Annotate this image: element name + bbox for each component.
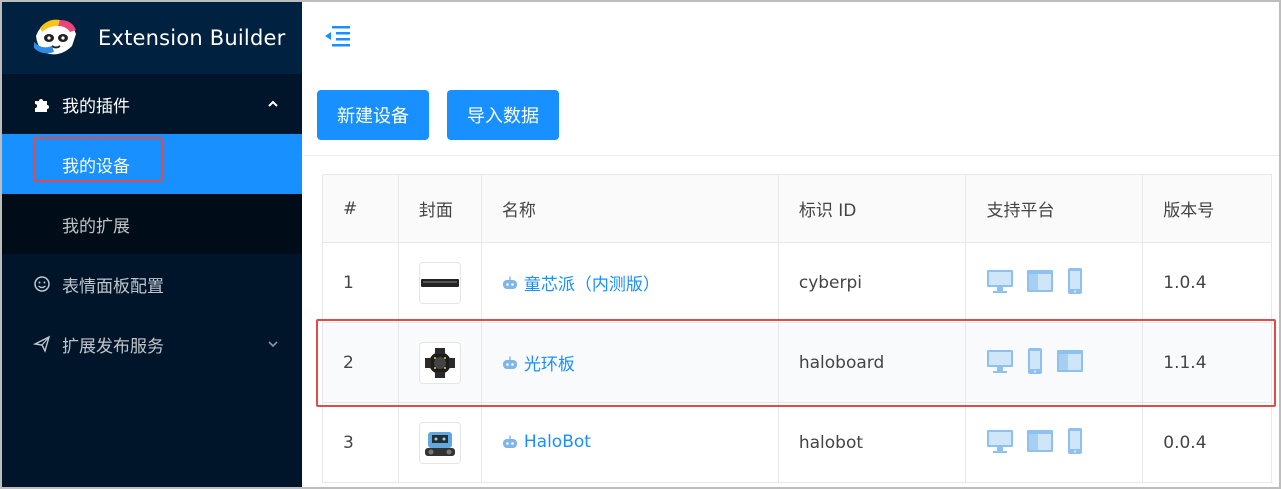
smile-icon xyxy=(32,274,52,294)
platform-icons xyxy=(986,267,1084,295)
web-icon xyxy=(1027,269,1054,292)
device-name: 童芯派（内测版） xyxy=(523,275,660,295)
highlight-box xyxy=(316,319,1276,407)
robot-icon xyxy=(502,435,517,448)
desktop-icon xyxy=(987,429,1014,453)
toolbar: 新建设备 导入数据 xyxy=(302,74,1279,156)
sidebar-item-my-plugins[interactable]: 我的插件 xyxy=(2,74,302,134)
mobile-icon xyxy=(1068,267,1083,294)
chevron-down-icon xyxy=(266,336,280,350)
main-area: 新建设备 导入数据 # 封面 名称 标识 ID 支持平台 版本号 1 童芯派（内… xyxy=(302,2,1279,487)
table-row: 3 HaloBot halobot 0.0.4 xyxy=(322,402,1272,483)
column-header: 支持平台 xyxy=(965,174,1144,243)
platform-icons xyxy=(986,427,1084,455)
sidebar-item-label: 表情面板配置 xyxy=(62,276,164,297)
column-header: 名称 xyxy=(480,174,779,243)
column-header: 标识 ID xyxy=(777,174,967,243)
column-header: 版本号 xyxy=(1142,174,1272,243)
app-title: Extension Builder xyxy=(98,26,286,50)
submenu-my-plugins: 我的设备 我的扩展 xyxy=(2,134,302,254)
sidebar-item-label: 扩展发布服务 xyxy=(62,336,164,357)
device-name: HaloBot xyxy=(523,431,591,452)
sidebar: Extension Builder 我的插件 我的设备 我的扩展 表情面板配置 … xyxy=(2,2,302,487)
device-name-link[interactable]: HaloBot xyxy=(502,432,591,452)
device-cover-image xyxy=(418,261,461,304)
device-version: 1.0.4 xyxy=(1142,242,1272,323)
device-version: 0.0.4 xyxy=(1142,402,1272,483)
robot-icon xyxy=(502,276,517,289)
logo-row: Extension Builder xyxy=(2,2,302,74)
highlight-box xyxy=(33,137,163,182)
puzzle-icon xyxy=(32,94,52,114)
chevron-up-icon xyxy=(266,96,280,110)
table-header-row: # 封面 名称 标识 ID 支持平台 版本号 xyxy=(322,174,1272,243)
device-id: cyberpi xyxy=(777,242,967,323)
import-data-button[interactable]: 导入数据 xyxy=(447,89,559,140)
sidebar-item-publish-service[interactable]: 扩展发布服务 xyxy=(2,314,302,374)
sidebar-item-emoji-panel[interactable]: 表情面板配置 xyxy=(2,254,302,314)
desktop-icon xyxy=(987,269,1014,293)
column-header: # xyxy=(322,174,399,243)
mobile-icon xyxy=(1068,427,1083,454)
device-cover-image xyxy=(418,421,461,464)
column-header: 封面 xyxy=(397,174,482,243)
menu-fold-icon[interactable] xyxy=(322,23,352,53)
device-name-link[interactable]: 童芯派（内测版） xyxy=(502,270,660,295)
sidebar-item-label: 我的插件 xyxy=(62,96,130,117)
header xyxy=(302,2,1279,74)
sidebar-item-my-extensions[interactable]: 我的扩展 xyxy=(2,194,302,254)
device-id: halobot xyxy=(777,402,967,483)
web-icon xyxy=(1027,429,1054,452)
new-device-button[interactable]: 新建设备 xyxy=(317,89,429,140)
sidebar-item-label: 我的扩展 xyxy=(62,216,130,237)
app-logo-icon xyxy=(32,16,80,60)
sidebar-item-my-devices[interactable]: 我的设备 xyxy=(2,134,302,194)
row-index: 1 xyxy=(322,242,399,323)
table-row: 1 童芯派（内测版） cyberpi 1.0.4 xyxy=(322,242,1272,323)
row-index: 3 xyxy=(322,402,399,483)
send-icon xyxy=(32,334,52,354)
